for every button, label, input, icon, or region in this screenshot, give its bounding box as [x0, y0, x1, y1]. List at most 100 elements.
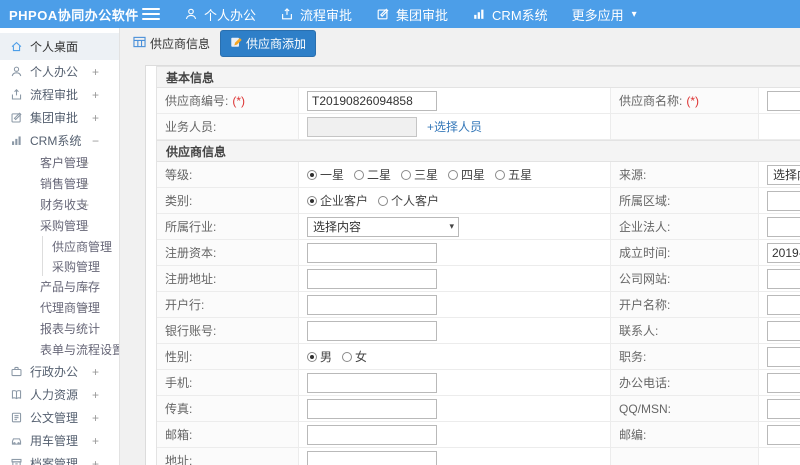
sidebar-item-sales-mgmt[interactable]: 销售管理 + — [0, 173, 119, 194]
radio-level-2star[interactable]: 二星 — [354, 166, 391, 183]
topnav-personal-office[interactable]: 个人办公 — [184, 5, 256, 24]
sidebar-item-archive-mgmt[interactable]: 档案管理 + — [0, 452, 119, 465]
sidebar-item-hr[interactable]: 人力资源 + — [0, 383, 119, 406]
registered-address-label: 注册地址: — [157, 266, 299, 291]
bar-chart-icon — [472, 7, 486, 21]
source-label: 来源: — [611, 162, 759, 187]
radio-female[interactable]: 女 — [342, 348, 367, 365]
source-select[interactable]: 选择内容▾ — [767, 164, 800, 185]
sidebar-item-supplier-mgmt[interactable]: 供应商管理 — [43, 236, 119, 256]
sidebar-item-workflow-approval[interactable]: 流程审批 + — [0, 83, 119, 106]
sidebar-item-form-flow-settings[interactable]: 表单与流程设置 + — [0, 339, 119, 360]
sidebar-item-admin-office[interactable]: 行政办公 + — [0, 360, 119, 383]
form-row: 所属行业: 选择内容 ▾ 企业法人: — [157, 214, 800, 240]
sidebar-item-group-approval[interactable]: 集团审批 + — [0, 106, 119, 129]
radio-level-4star[interactable]: 四星 — [448, 166, 485, 183]
expand-icon[interactable]: + — [92, 457, 99, 465]
bank-input[interactable] — [307, 294, 437, 315]
radio-male[interactable]: 男 — [307, 348, 332, 365]
tab-supplier-info[interactable]: 供应商信息 — [133, 35, 210, 52]
registered-capital-input[interactable] — [307, 242, 437, 263]
fax-input[interactable] — [307, 398, 437, 419]
hamburger-menu-icon[interactable] — [142, 8, 160, 20]
section-header-basic-info: 基本信息 — [157, 66, 800, 88]
expand-icon[interactable]: + — [92, 111, 99, 125]
sidebar-item-reports-stats[interactable]: 报表与统计 — [0, 318, 119, 339]
topnav-group-approval[interactable]: 集团审批 — [376, 5, 448, 24]
radio-icon — [342, 351, 353, 362]
expand-icon[interactable]: + — [82, 301, 89, 315]
user-icon — [10, 65, 23, 78]
document-icon — [10, 411, 23, 424]
zip-input[interactable] — [767, 424, 800, 445]
mobile-input[interactable] — [307, 372, 437, 393]
form-row: 类别: 企业客户 个人客户 所属区域: — [157, 188, 800, 214]
sidebar-item-product-inventory[interactable]: 产品与库存 + — [0, 276, 119, 297]
collapse-icon[interactable]: − — [92, 134, 99, 148]
legal-person-input[interactable] — [767, 216, 800, 237]
registered-address-input[interactable] — [307, 268, 437, 289]
form-row: 注册地址: 公司网站: — [157, 266, 800, 292]
sidebar-item-purchase-mgmt[interactable]: 采购管理 − — [0, 215, 119, 236]
expand-icon[interactable]: + — [92, 411, 99, 425]
supplier-name-input[interactable] — [767, 90, 800, 111]
tab-supplier-add[interactable]: 供应商添加 — [220, 29, 317, 57]
level-label: 等级: — [157, 162, 299, 187]
sidebar-item-agent-mgmt[interactable]: 代理商管理 + — [0, 297, 119, 318]
legal-person-label: 企业法人: — [611, 214, 759, 239]
website-input[interactable] — [767, 268, 800, 289]
archive-icon — [10, 457, 23, 465]
sidebar-item-customer-mgmt[interactable]: 客户管理 + — [0, 152, 119, 173]
sidebar-item-label: 个人桌面 — [30, 40, 79, 54]
office-phone-input[interactable] — [767, 372, 800, 393]
topnav-workflow-approval[interactable]: 流程审批 — [280, 5, 352, 24]
position-input[interactable] — [767, 346, 800, 367]
sidebar-item-purchasing[interactable]: 采购管理 — [43, 256, 119, 276]
sidebar-item-label: CRM系统 — [30, 134, 82, 148]
supplier-no-label: 供应商编号: (*) — [157, 88, 299, 113]
radio-individual-customer[interactable]: 个人客户 — [378, 192, 439, 209]
expand-icon[interactable]: + — [92, 65, 99, 79]
expand-icon[interactable]: + — [82, 177, 89, 191]
gender-radio-group: 男 女 — [307, 348, 367, 365]
car-icon — [10, 434, 23, 447]
expand-icon[interactable]: + — [82, 280, 89, 294]
expand-icon[interactable]: + — [92, 388, 99, 402]
email-input[interactable] — [307, 424, 437, 445]
sidebar-item-vehicle-mgmt[interactable]: 用车管理 + — [0, 429, 119, 452]
qq-msn-input[interactable] — [767, 398, 800, 419]
form-row: 性别: 男 女 职务: — [157, 344, 800, 370]
collapse-icon[interactable]: − — [82, 219, 89, 233]
sidebar-item-finance[interactable]: 财务收支 + — [0, 194, 119, 215]
region-input[interactable] — [767, 190, 800, 211]
radio-icon — [307, 351, 317, 362]
topnav-crm-system[interactable]: CRM系统 — [472, 5, 548, 24]
topnav-label: CRM系统 — [492, 7, 548, 23]
address-input[interactable] — [307, 450, 437, 465]
contact-input[interactable] — [767, 320, 800, 341]
bank-account-input[interactable] — [307, 320, 437, 341]
founded-date-input[interactable] — [767, 242, 800, 263]
expand-icon[interactable]: + — [82, 198, 89, 212]
expand-icon[interactable]: + — [92, 88, 99, 102]
sales-person-input[interactable] — [307, 116, 417, 137]
sidebar-item-label: 行政办公 — [30, 365, 79, 379]
radio-level-3star[interactable]: 三星 — [401, 166, 438, 183]
sidebar-item-personal-office[interactable]: 个人办公 + — [0, 60, 119, 83]
industry-select[interactable]: 选择内容 ▾ — [307, 216, 459, 237]
bar-chart-icon — [10, 134, 23, 147]
radio-enterprise-customer[interactable]: 企业客户 — [307, 192, 368, 209]
sidebar-item-personal-desktop[interactable]: 个人桌面 — [0, 33, 119, 60]
expand-icon[interactable]: + — [92, 365, 99, 379]
sidebar-item-label: 采购管理 — [52, 259, 101, 274]
radio-level-5star[interactable]: 五星 — [495, 166, 532, 183]
expand-icon[interactable]: + — [82, 156, 89, 170]
topnav-more-apps[interactable]: 更多应用 ▾ — [572, 5, 637, 24]
choose-person-link[interactable]: +选择人员 — [427, 118, 482, 135]
radio-level-1star[interactable]: 一星 — [307, 166, 344, 183]
sidebar-item-document-mgmt[interactable]: 公文管理 + — [0, 406, 119, 429]
supplier-no-input[interactable] — [307, 90, 437, 111]
sidebar-item-crm-system[interactable]: CRM系统 − — [0, 129, 119, 152]
account-name-input[interactable] — [767, 294, 800, 315]
expand-icon[interactable]: + — [92, 434, 99, 448]
